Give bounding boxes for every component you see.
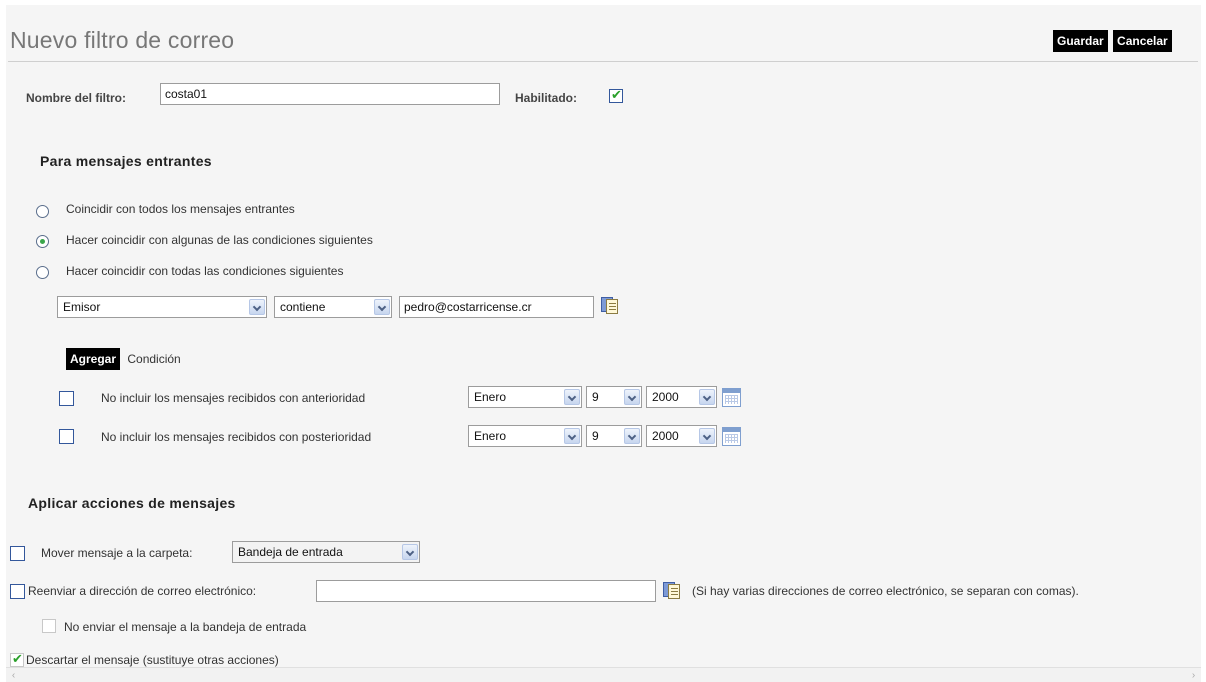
day-value: 9 bbox=[592, 390, 599, 404]
radio-selected-dot bbox=[40, 239, 45, 244]
exclude-before-month-select[interactable]: Enero bbox=[468, 386, 582, 408]
move-to-folder-label: Mover mensaje a la carpeta: bbox=[41, 546, 193, 560]
year-value: 2000 bbox=[652, 429, 679, 443]
add-condition-button[interactable]: Agregar bbox=[66, 348, 121, 370]
chevron-down-icon bbox=[624, 389, 640, 405]
forward-hint: (Si hay varias direcciones de correo ele… bbox=[692, 584, 1079, 598]
move-folder-select[interactable]: Bandeja de entrada bbox=[232, 541, 420, 563]
address-book-icon[interactable] bbox=[600, 295, 620, 315]
month-value: Enero bbox=[474, 429, 507, 443]
forward-label: Reenviar a dirección de correo electróni… bbox=[28, 584, 257, 598]
condition-operator-select[interactable]: contiene bbox=[274, 296, 392, 318]
address-book-icon[interactable] bbox=[662, 580, 682, 600]
discard-checkbox[interactable]: ✔ bbox=[10, 651, 24, 667]
chevron-down-icon bbox=[402, 544, 418, 560]
month-value: Enero bbox=[474, 390, 507, 404]
exclude-before-day-select[interactable]: 9 bbox=[586, 386, 642, 408]
exclude-before-checkbox[interactable] bbox=[59, 391, 74, 406]
chevron-down-icon bbox=[564, 389, 580, 405]
title-divider bbox=[8, 61, 1198, 62]
condition-value-input[interactable]: pedro@costarricense.cr bbox=[399, 296, 594, 318]
calendar-icon[interactable] bbox=[722, 388, 741, 407]
filter-name-input[interactable]: costa01 bbox=[160, 83, 500, 105]
match-any-condition-label: Hacer coincidir con algunas de las condi… bbox=[66, 233, 373, 247]
exclude-after-month-select[interactable]: Enero bbox=[468, 425, 582, 447]
checkmark-icon: ✔ bbox=[12, 651, 23, 666]
incoming-section-title: Para mensajes entrantes bbox=[40, 153, 212, 169]
mail-filter-page: Nuevo filtro de correo Guardar Cancelar … bbox=[6, 5, 1201, 682]
save-button[interactable]: Guardar bbox=[1053, 30, 1108, 52]
add-condition-row: Agregar Condición bbox=[66, 348, 181, 370]
exclude-after-day-select[interactable]: 9 bbox=[586, 425, 642, 447]
calendar-icon[interactable] bbox=[722, 427, 741, 446]
discard-label: Descartar el mensaje (sustituye otras ac… bbox=[26, 653, 279, 667]
filter-name-label: Nombre del filtro: bbox=[26, 91, 127, 105]
scroll-right-icon[interactable]: › bbox=[1188, 670, 1199, 681]
exclude-after-year-select[interactable]: 2000 bbox=[646, 425, 717, 447]
enabled-checkbox[interactable]: ✔ bbox=[609, 87, 623, 103]
move-to-folder-checkbox[interactable] bbox=[10, 546, 25, 561]
actions-section-title: Aplicar acciones de mensajes bbox=[28, 495, 236, 511]
chevron-down-icon bbox=[249, 299, 265, 315]
chevron-down-icon bbox=[699, 428, 715, 444]
chevron-down-icon bbox=[699, 389, 715, 405]
no-inbox-checkbox[interactable] bbox=[42, 619, 56, 633]
condition-field-value: Emisor bbox=[63, 300, 101, 314]
match-all-messages-radio[interactable] bbox=[36, 205, 49, 218]
cancel-button[interactable]: Cancelar bbox=[1113, 30, 1172, 52]
scroll-left-icon[interactable]: ‹ bbox=[8, 670, 19, 681]
year-value: 2000 bbox=[652, 390, 679, 404]
page-title: Nuevo filtro de correo bbox=[10, 27, 235, 53]
exclude-after-checkbox[interactable] bbox=[59, 429, 74, 444]
condition-operator-value: contiene bbox=[280, 300, 326, 314]
header-buttons: Guardar Cancelar bbox=[1053, 30, 1172, 52]
add-condition-label: Condición bbox=[127, 352, 181, 366]
match-all-conditions-radio[interactable] bbox=[36, 266, 49, 279]
match-all-conditions-label: Hacer coincidir con todas las condicione… bbox=[66, 264, 344, 278]
chevron-down-icon bbox=[564, 428, 580, 444]
exclude-before-label: No incluir los mensajes recibidos con an… bbox=[101, 391, 366, 405]
horizontal-scrollbar[interactable]: ‹ › bbox=[6, 667, 1201, 682]
chevron-down-icon bbox=[374, 299, 390, 315]
forward-address-input[interactable] bbox=[316, 580, 656, 602]
chevron-down-icon bbox=[624, 428, 640, 444]
exclude-after-label: No incluir los mensajes recibidos con po… bbox=[101, 430, 372, 444]
match-all-messages-label: Coincidir con todos los mensajes entrant… bbox=[66, 202, 295, 216]
no-inbox-label: No enviar el mensaje a la bandeja de ent… bbox=[64, 620, 307, 634]
match-any-condition-radio[interactable] bbox=[36, 235, 49, 248]
enabled-label: Habilitado: bbox=[515, 91, 577, 105]
move-folder-value: Bandeja de entrada bbox=[238, 545, 343, 559]
forward-checkbox[interactable] bbox=[10, 584, 25, 599]
day-value: 9 bbox=[592, 429, 599, 443]
exclude-before-year-select[interactable]: 2000 bbox=[646, 386, 717, 408]
checkmark-icon: ✔ bbox=[611, 87, 622, 102]
condition-field-select[interactable]: Emisor bbox=[57, 296, 267, 318]
